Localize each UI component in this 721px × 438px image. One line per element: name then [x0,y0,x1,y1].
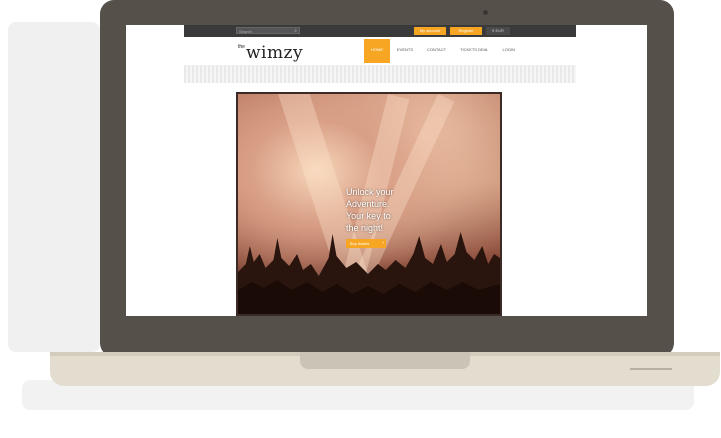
nav-item-label: Home [371,47,383,52]
nav-item-label: Events [397,47,414,52]
nav-item-tickets-deal[interactable]: Tickets Deal [453,39,495,63]
nav-item-contact[interactable]: Contact [420,39,453,63]
nav-item-label: Contact [427,47,447,52]
hero-line-4: the night! [346,223,384,233]
nav-item-events[interactable]: Events [390,39,420,63]
site-topbar: Search ⌕ My account Register € EUR [184,25,576,37]
nav-item-label: Login [502,47,515,52]
my-account-button[interactable]: My account [414,27,446,35]
buy-tickets-label: Buy tickets [350,241,370,246]
hero-line-3: Your key to [346,211,391,221]
my-account-label: My account [419,28,441,33]
search-icon[interactable]: ⌕ [294,28,297,35]
chevron-right-icon: › [382,240,384,246]
register-button[interactable]: Register [450,27,482,35]
register-label: Register [458,28,474,33]
search-input[interactable]: Search ⌕ [236,27,300,34]
laptop-screen: Search ⌕ My account Register € EUR the w… [126,25,647,316]
site-logo[interactable]: the wimzy [238,41,303,63]
laptop-shadow-back [8,22,100,352]
main-nav: Home Events Contact Tickets Deal Login [364,39,522,63]
laptop-hinge-notch [300,352,470,369]
webcam [483,10,488,15]
nav-item-home[interactable]: Home [364,39,390,63]
hero-line-1: Unlock your [346,187,394,197]
logo-prefix: the [238,44,245,50]
logo-wordmark: wimzy [245,43,304,63]
buy-tickets-button[interactable]: Buy tickets › [346,239,386,248]
hero-banner: Unlock your Adventure. Your key to the n… [236,92,502,316]
crowd-silhouette [238,232,500,314]
search-placeholder: Search [239,29,252,34]
nav-item-label: Tickets Deal [460,47,489,52]
nav-item-login[interactable]: Login [496,39,522,63]
currency-select[interactable]: € EUR [486,27,510,35]
hero-headline: Unlock your Adventure. Your key to the n… [346,186,394,234]
hero-line-2: Adventure. [346,199,390,209]
nav-divider-strip [184,65,576,83]
laptop-indicator-light [630,368,672,370]
currency-label: € EUR [492,28,504,33]
